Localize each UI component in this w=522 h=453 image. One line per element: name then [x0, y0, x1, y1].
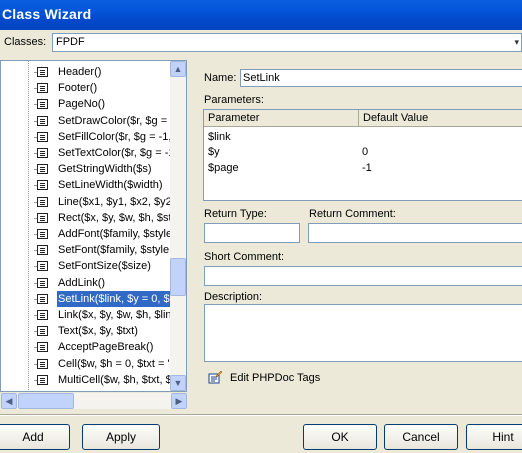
return-type-field[interactable] [204, 223, 300, 243]
apply-button-label: Apply [105, 430, 137, 444]
tree-item-label: Rect($x, $y, $w, $h, $st [58, 212, 172, 224]
name-field[interactable]: SetLink [240, 69, 522, 87]
tree-item-label: AddFont($family, $style = [58, 228, 182, 240]
name-label: Name: [204, 72, 237, 84]
tree-item-label: AcceptPageBreak() [58, 341, 154, 353]
tree-guide-line [28, 61, 29, 391]
description-textarea[interactable] [204, 304, 522, 362]
tree-item-label: SetFont($family, $style = [58, 244, 179, 256]
col-header-default-value[interactable]: Default Value [359, 110, 522, 127]
method-icon [34, 180, 48, 190]
tree-item-label: SetLineWidth($width) [58, 179, 163, 191]
title-bar[interactable]: Class Wizard [0, 0, 522, 30]
tree-item-label: SetFillColor($r, $g = -1, $ [58, 131, 181, 143]
classes-value: FPDF [56, 36, 85, 48]
short-comment-field[interactable] [204, 266, 522, 286]
method-icon [34, 342, 48, 352]
tree-item-label: GetStringWidth($s) [58, 163, 152, 175]
button-separator [0, 414, 522, 416]
method-icon [37, 391, 48, 392]
short-comment-label: Short Comment: [204, 251, 285, 263]
tree-item-label: SetLink($link, $y = 0, $p [57, 291, 177, 307]
method-icon [34, 229, 48, 239]
col-header-parameter[interactable]: Parameter [204, 110, 359, 127]
method-icon [34, 245, 48, 255]
tree-item-label: SetFontSize($size) [58, 260, 151, 272]
tree-item-label: Line($x1, $y1, $x2, $y2) [58, 196, 176, 208]
tree-item-label: Header() [58, 66, 102, 78]
scroll-thumb[interactable] [170, 258, 186, 296]
method-icon [34, 67, 48, 77]
scroll-left-button[interactable]: ◀ [1, 393, 17, 409]
tree-item-label: Write($h, $txt, $link = '') [57, 388, 173, 391]
ok-button[interactable]: OK [303, 424, 377, 450]
method-icon [34, 83, 48, 93]
method-icon [34, 132, 48, 142]
tree-item-label: MultiCell($w, $h, $txt, $b [58, 374, 178, 386]
hint-button-label: Hint [492, 430, 514, 444]
scroll-up-button[interactable]: ▲ [170, 61, 186, 77]
window-title: Class Wizard [2, 6, 92, 22]
method-icon [34, 197, 48, 207]
tree-vertical-scrollbar[interactable]: ▲ ▼ [170, 61, 186, 391]
param-default[interactable]: -1 [362, 160, 372, 176]
name-value: SetLink [243, 72, 280, 84]
tree-item-label: SetTextColor($r, $g = -1 [58, 147, 175, 159]
hint-button[interactable]: Hint [466, 424, 522, 450]
method-icon [34, 261, 48, 271]
add-button-label: Add [22, 430, 44, 444]
parameters-table[interactable]: Parameter Default Value $link $y 0 $page… [203, 109, 522, 201]
param-name[interactable]: $y [208, 144, 220, 160]
tree-item-label: SetDrawColor($r, $g = -1 [58, 115, 180, 127]
scroll-right-button[interactable]: ▶ [171, 393, 187, 409]
cancel-button-label: Cancel [402, 430, 440, 444]
tree-item-label: Footer() [58, 82, 98, 94]
method-icon [34, 148, 48, 158]
edit-doc-icon [208, 370, 223, 384]
ok-button-label: OK [331, 430, 349, 444]
method-icon [34, 164, 48, 174]
tree-item-label: PageNo() [58, 98, 106, 110]
method-icon [34, 375, 48, 385]
cancel-button[interactable]: Cancel [384, 424, 458, 450]
add-button[interactable]: Add [0, 424, 70, 450]
edit-phpdoc-label: Edit PHPDoc Tags [230, 372, 321, 384]
description-label: Description: [204, 291, 263, 303]
hscroll-thumb[interactable] [18, 393, 74, 409]
classes-label: Classes: [4, 36, 47, 48]
parameters-label: Parameters: [204, 94, 264, 106]
method-icon [34, 326, 48, 336]
apply-button[interactable]: Apply [82, 424, 160, 450]
tree-horizontal-scrollbar[interactable]: ◀ ▶ [1, 393, 187, 409]
classes-dropdown[interactable]: FPDF ▾ [52, 33, 522, 52]
method-icon [34, 278, 48, 288]
param-name[interactable]: $page [208, 160, 239, 176]
tree-item-label: Link($x, $y, $w, $h, $linl [58, 309, 174, 321]
method-icon [34, 116, 48, 126]
method-icon [34, 213, 48, 223]
return-comment-field[interactable] [308, 223, 522, 243]
scroll-down-button[interactable]: ▼ [170, 375, 186, 391]
tree-item-label: AddLink() [58, 277, 106, 289]
method-icon [34, 359, 48, 369]
method-icon [34, 294, 48, 304]
edit-phpdoc-link[interactable]: Edit PHPDoc Tags [208, 369, 348, 387]
tree-item-label: Cell($w, $h = 0, $txt = '' [58, 358, 172, 370]
method-icon [34, 99, 48, 109]
param-name[interactable]: $link [208, 129, 231, 145]
tree-item-label: Text($x, $y, $txt) [58, 325, 138, 337]
chevron-down-icon[interactable]: ▾ [514, 37, 519, 48]
return-comment-label: Return Comment: [309, 208, 396, 220]
method-icon [34, 310, 48, 320]
method-tree[interactable]: Header() Footer() PageNo() SetDrawColor($r,… [0, 60, 187, 392]
return-type-label: Return Type: [204, 208, 267, 220]
param-default[interactable]: 0 [362, 144, 368, 160]
